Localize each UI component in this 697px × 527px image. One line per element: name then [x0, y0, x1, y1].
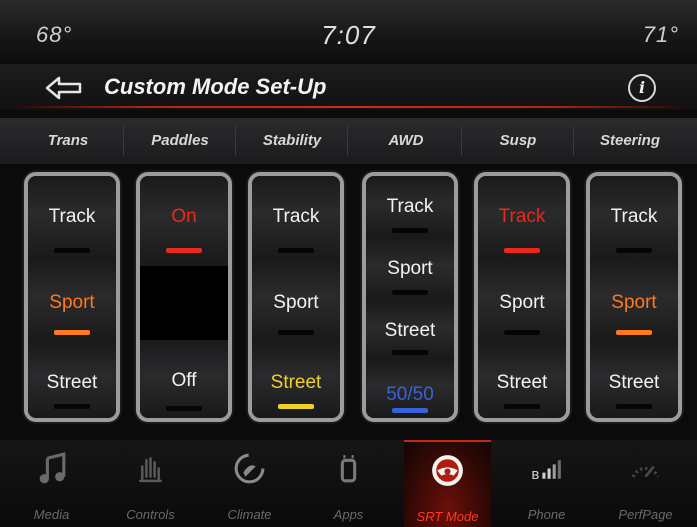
status-bar: 68° 7:07 71°	[0, 0, 697, 64]
selector-susp: Track Sport Street	[474, 172, 570, 422]
page-title: Custom Mode Set-Up	[104, 74, 327, 99]
option-susp-street[interactable]: Street	[478, 342, 566, 418]
option-awd-track[interactable]: Track	[366, 176, 454, 239]
option-label: Sport	[49, 292, 95, 313]
indicator-slot	[54, 404, 90, 409]
option-awd-sport[interactable]: Sport	[366, 238, 454, 301]
outside-temperature-right: 71°	[642, 22, 679, 47]
column-header-steering: Steering	[599, 132, 660, 149]
back-button[interactable]	[44, 74, 84, 102]
selector-trans: Track Sport Street	[24, 172, 120, 422]
dock-media[interactable]: Media	[8, 440, 95, 525]
dock-label: SRT Mode	[416, 509, 479, 524]
option-label: Street	[270, 372, 322, 393]
climate-fan-icon	[234, 453, 265, 484]
column-headers: Trans Paddles Stability AWD Susp Steering	[0, 118, 697, 164]
option-label: On	[171, 206, 197, 227]
dock-srt-mode[interactable]: SRT Mode	[404, 440, 491, 527]
option-label: Street	[496, 372, 548, 393]
selected-indicator	[166, 248, 202, 253]
info-button[interactable]: i	[628, 74, 656, 102]
option-label: Track	[610, 206, 658, 227]
option-label: Sport	[387, 258, 433, 279]
indicator-slot	[166, 406, 202, 411]
selected-indicator	[54, 330, 90, 335]
indicator-slot	[616, 248, 652, 253]
indicator-slot	[54, 248, 90, 253]
dock-label: Controls	[126, 507, 175, 522]
option-stability-street[interactable]: Street	[252, 342, 340, 418]
option-trans-street[interactable]: Street	[28, 342, 116, 418]
selector-stability: Track Sport Street	[248, 172, 344, 422]
selected-indicator	[278, 404, 314, 409]
dock-label: Apps	[333, 507, 364, 522]
selected-indicator	[504, 248, 540, 253]
option-label: Track	[48, 206, 96, 227]
option-trans-track[interactable]: Track	[28, 176, 116, 261]
back-arrow-icon	[45, 76, 82, 100]
dock-label: Media	[33, 507, 70, 522]
dock-label: PerfPage	[618, 507, 673, 522]
option-paddles-off[interactable]: Off	[140, 340, 228, 418]
column-header-awd: AWD	[350, 118, 462, 164]
option-label: Track	[272, 206, 320, 227]
option-label: Sport	[273, 292, 319, 313]
option-label: Sport	[611, 292, 657, 313]
bottom-dock: Media Controls Climate Apps SRT Mode ʙ Phone Pe…	[0, 440, 697, 527]
option-steering-street[interactable]: Street	[590, 342, 678, 418]
gauge-icon	[631, 465, 660, 478]
dock-label: Phone	[527, 507, 566, 522]
indicator-slot	[392, 290, 428, 295]
column-header-paddles: Paddles	[124, 118, 236, 164]
controls-hand-icon	[138, 456, 163, 483]
option-label: Street	[608, 372, 660, 393]
selected-indicator	[616, 330, 652, 335]
indicator-slot	[392, 228, 428, 233]
column-header-stability: Stability	[236, 118, 348, 164]
dock-perfpage[interactable]: PerfPage	[602, 440, 689, 525]
option-awd-street[interactable]: Street	[366, 300, 454, 361]
music-note-icon	[39, 452, 66, 484]
option-label: Sport	[499, 292, 545, 313]
apps-icon	[340, 455, 357, 483]
selector-steering: Track Sport Street	[586, 172, 682, 422]
option-label: 50/50	[386, 384, 434, 405]
empty-segment	[140, 266, 228, 341]
column-header-trans: Trans	[12, 118, 124, 164]
selected-indicator	[392, 408, 428, 413]
selector-paddles: On Off	[136, 172, 232, 422]
option-paddles-on[interactable]: On	[140, 176, 228, 267]
option-label: Track	[386, 196, 434, 217]
steering-wheel-icon	[432, 455, 463, 486]
clock: 7:07	[321, 20, 376, 50]
option-steering-track[interactable]: Track	[590, 176, 678, 261]
option-trans-sport[interactable]: Sport	[28, 260, 116, 343]
indicator-slot	[278, 330, 314, 335]
option-label: Track	[498, 206, 546, 227]
dock-label: Climate	[227, 507, 272, 522]
option-steering-sport[interactable]: Sport	[590, 260, 678, 343]
option-label: Street	[46, 372, 98, 393]
dock-controls[interactable]: Controls	[107, 440, 194, 525]
svg-text:ʙ: ʙ	[531, 467, 539, 483]
selector-awd: Track Sport Street 50/50	[362, 172, 458, 422]
indicator-slot	[392, 350, 428, 355]
indicator-slot	[616, 404, 652, 409]
column-header-susp: Susp	[462, 118, 574, 164]
option-label: Off	[171, 370, 197, 391]
option-stability-sport[interactable]: Sport	[252, 260, 340, 343]
option-stability-track[interactable]: Track	[252, 176, 340, 261]
dock-apps[interactable]: Apps	[305, 440, 392, 525]
indicator-slot	[504, 404, 540, 409]
title-divider	[14, 106, 684, 108]
option-awd-50-50[interactable]: 50/50	[366, 360, 454, 418]
dock-climate[interactable]: Climate	[206, 440, 293, 525]
indicator-slot	[278, 248, 314, 253]
option-susp-track[interactable]: Track	[478, 176, 566, 261]
option-label: Street	[384, 320, 436, 341]
dock-phone[interactable]: ʙ Phone	[503, 440, 590, 525]
option-susp-sport[interactable]: Sport	[478, 260, 566, 343]
phone-signal-icon: ʙ	[531, 460, 561, 483]
indicator-slot	[504, 330, 540, 335]
